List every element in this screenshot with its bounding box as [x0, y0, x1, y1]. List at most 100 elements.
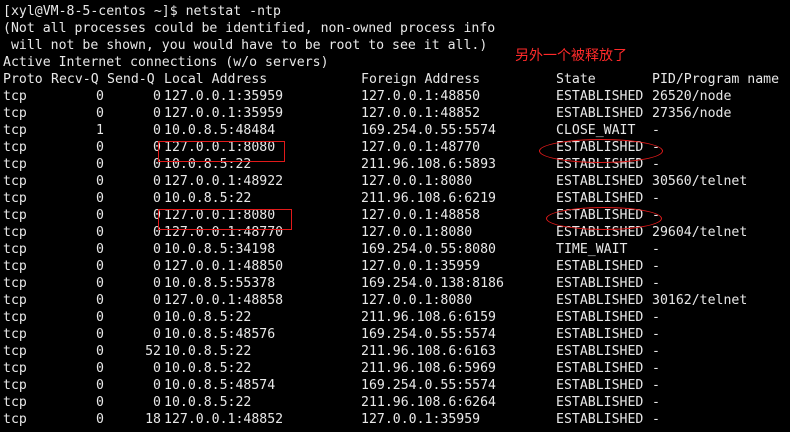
cell-pid-program: - [652, 327, 660, 342]
cell-recv-q: 0 [96, 225, 104, 240]
annotation-note: 另外一个被释放了 [515, 48, 627, 64]
cell-pid-program: - [652, 259, 660, 274]
cell-proto: tcp [3, 106, 27, 121]
notice-line-2: will not be shown, you would have to be … [3, 38, 488, 53]
table-row: tcp 0 0 127.0.0.1:35959 127.0.0.1:48852 ESTAB… [3, 105, 788, 122]
table-row: tcp 0 18 127.0.0.1:48852 127.0.0.1:35959 ESTA… [3, 411, 788, 428]
cell-pid-program: 30560/telnet [652, 174, 748, 189]
cell-pid-program: - [652, 361, 660, 376]
cell-foreign-address: 169.254.0.55:5574 [361, 378, 496, 393]
table-row: tcp 0 0 127.0.0.1:48850 127.0.0.1:35959 ESTAB… [3, 258, 788, 275]
cell-proto: tcp [3, 191, 27, 206]
cell-local-address: 127.0.0.1:48858 [164, 293, 284, 308]
cell-foreign-address: 127.0.0.1:8080 [361, 293, 473, 308]
cell-send-q: 0 [153, 174, 161, 189]
cell-send-q: 0 [153, 378, 161, 393]
header-pid-program: PID/Program name [652, 72, 780, 87]
cell-pid-program: - [652, 123, 660, 138]
table-header: Proto Recv-Q Send-Q Local Address Foreig… [3, 71, 788, 88]
cell-recv-q: 0 [96, 395, 104, 410]
highlight-ellipse-established-second [546, 207, 662, 230]
cell-local-address: 10.0.8.5:22 [164, 310, 252, 325]
table-row: tcp 0 0 10.0.8.5:22 211.96.108.6:5893 ESTABLI… [3, 156, 788, 173]
terminal-window[interactable]: [xyl@VM-8-5-centos ~]$ netstat -ntp (Not… [0, 0, 790, 432]
table-row: tcp 0 52 10.0.8.5:22 211.96.108.6:6163 ESTABL… [3, 343, 788, 360]
cell-state: ESTABLISHED [556, 276, 644, 291]
cell-recv-q: 0 [96, 106, 104, 121]
table-row: tcp 0 0 127.0.0.1:48770 127.0.0.1:8080 ESTABL… [3, 224, 788, 241]
cell-recv-q: 0 [96, 327, 104, 342]
cell-state: ESTABLISHED [556, 106, 644, 121]
cell-proto: tcp [3, 276, 27, 291]
cell-local-address: 127.0.0.1:48852 [164, 412, 284, 427]
header-foreign-address: Foreign Address [361, 72, 481, 87]
cell-local-address: 10.0.8.5:22 [164, 191, 252, 206]
cell-foreign-address: 127.0.0.1:48852 [361, 106, 481, 121]
cell-foreign-address: 169.254.0.55:5574 [361, 327, 496, 342]
cell-proto: tcp [3, 361, 27, 376]
cell-state: ESTABLISHED [556, 412, 644, 427]
cell-send-q: 0 [153, 89, 161, 104]
cell-send-q: 0 [153, 140, 161, 155]
table-row: tcp 0 0 10.0.8.5:34198 169.254.0.55:8080 TIME… [3, 241, 788, 258]
cell-pid-program: - [652, 378, 660, 393]
cell-pid-program: - [652, 242, 660, 257]
cell-state: ESTABLISHED [556, 191, 644, 206]
cell-send-q: 0 [153, 361, 161, 376]
cell-proto: tcp [3, 157, 27, 172]
cell-send-q: 0 [153, 123, 161, 138]
cell-foreign-address: 211.96.108.6:6219 [361, 191, 496, 206]
header-state: State [556, 72, 596, 87]
cell-recv-q: 0 [96, 140, 104, 155]
cell-send-q: 0 [153, 208, 161, 223]
cell-proto: tcp [3, 395, 27, 410]
highlight-box-local-8080-second [158, 209, 292, 230]
cell-local-address: 10.0.8.5:48484 [164, 123, 276, 138]
cell-send-q: 0 [153, 259, 161, 274]
cell-local-address: 127.0.0.1:48850 [164, 259, 284, 274]
cell-foreign-address: 211.96.108.6:5893 [361, 157, 496, 172]
cell-send-q: 0 [153, 242, 161, 257]
cell-proto: tcp [3, 140, 27, 155]
cell-recv-q: 0 [96, 157, 104, 172]
cell-foreign-address: 127.0.0.1:48858 [361, 208, 481, 223]
cell-local-address: 127.0.0.1:35959 [164, 106, 284, 121]
cell-foreign-address: 127.0.0.1:8080 [361, 225, 473, 240]
cell-local-address: 10.0.8.5:34198 [164, 242, 276, 257]
cell-state: ESTABLISHED [556, 174, 644, 189]
cell-foreign-address: 211.96.108.6:5969 [361, 361, 496, 376]
cell-state: ESTABLISHED [556, 259, 644, 274]
cell-proto: tcp [3, 310, 27, 325]
cell-state: TIME_WAIT [556, 242, 628, 257]
cell-pid-program: - [652, 310, 660, 325]
cell-recv-q: 0 [96, 89, 104, 104]
cell-send-q: 0 [153, 395, 161, 410]
table-row: tcp 0 0 127.0.0.1:48858 127.0.0.1:8080 ESTABL… [3, 292, 788, 309]
cell-send-q: 0 [153, 225, 161, 240]
header-send-q: Send-Q [107, 72, 155, 87]
table-row: tcp 0 0 127.0.0.1:48922 127.0.0.1:8080 ESTABL… [3, 173, 788, 190]
cell-state: ESTABLISHED [556, 89, 644, 104]
table-row: tcp 0 0 10.0.8.5:22 211.96.108.6:6159 ESTABLI… [3, 309, 788, 326]
cell-foreign-address: 169.254.0.55:8080 [361, 242, 496, 257]
highlight-ellipse-established-first [539, 139, 663, 163]
cell-foreign-address: 127.0.0.1:48770 [361, 140, 481, 155]
table-row: tcp 0 0 10.0.8.5:48574 169.254.0.55:5574 ESTA… [3, 377, 788, 394]
cell-foreign-address: 127.0.0.1:35959 [361, 412, 481, 427]
cell-local-address: 127.0.0.1:35959 [164, 89, 284, 104]
cell-recv-q: 0 [96, 293, 104, 308]
table-row: tcp 0 0 10.0.8.5:48576 169.254.0.55:5574 ESTA… [3, 326, 788, 343]
cell-send-q: 0 [153, 310, 161, 325]
cell-local-address: 127.0.0.1:48922 [164, 174, 284, 189]
cell-local-address: 10.0.8.5:55378 [164, 276, 276, 291]
cell-pid-program: 26520/node [652, 89, 732, 104]
cell-local-address: 10.0.8.5:48576 [164, 327, 276, 342]
cell-send-q: 0 [153, 276, 161, 291]
cell-pid-program: - [652, 412, 660, 427]
header-local-address: Local Address [164, 72, 268, 87]
table-row: tcp 0 0 10.0.8.5:22 211.96.108.6:5969 ESTABLI… [3, 360, 788, 377]
cell-proto: tcp [3, 242, 27, 257]
notice-line-1: (Not all processes could be identified, … [3, 21, 496, 36]
cell-state: CLOSE_WAIT [556, 123, 636, 138]
header-proto: Proto [3, 72, 43, 87]
